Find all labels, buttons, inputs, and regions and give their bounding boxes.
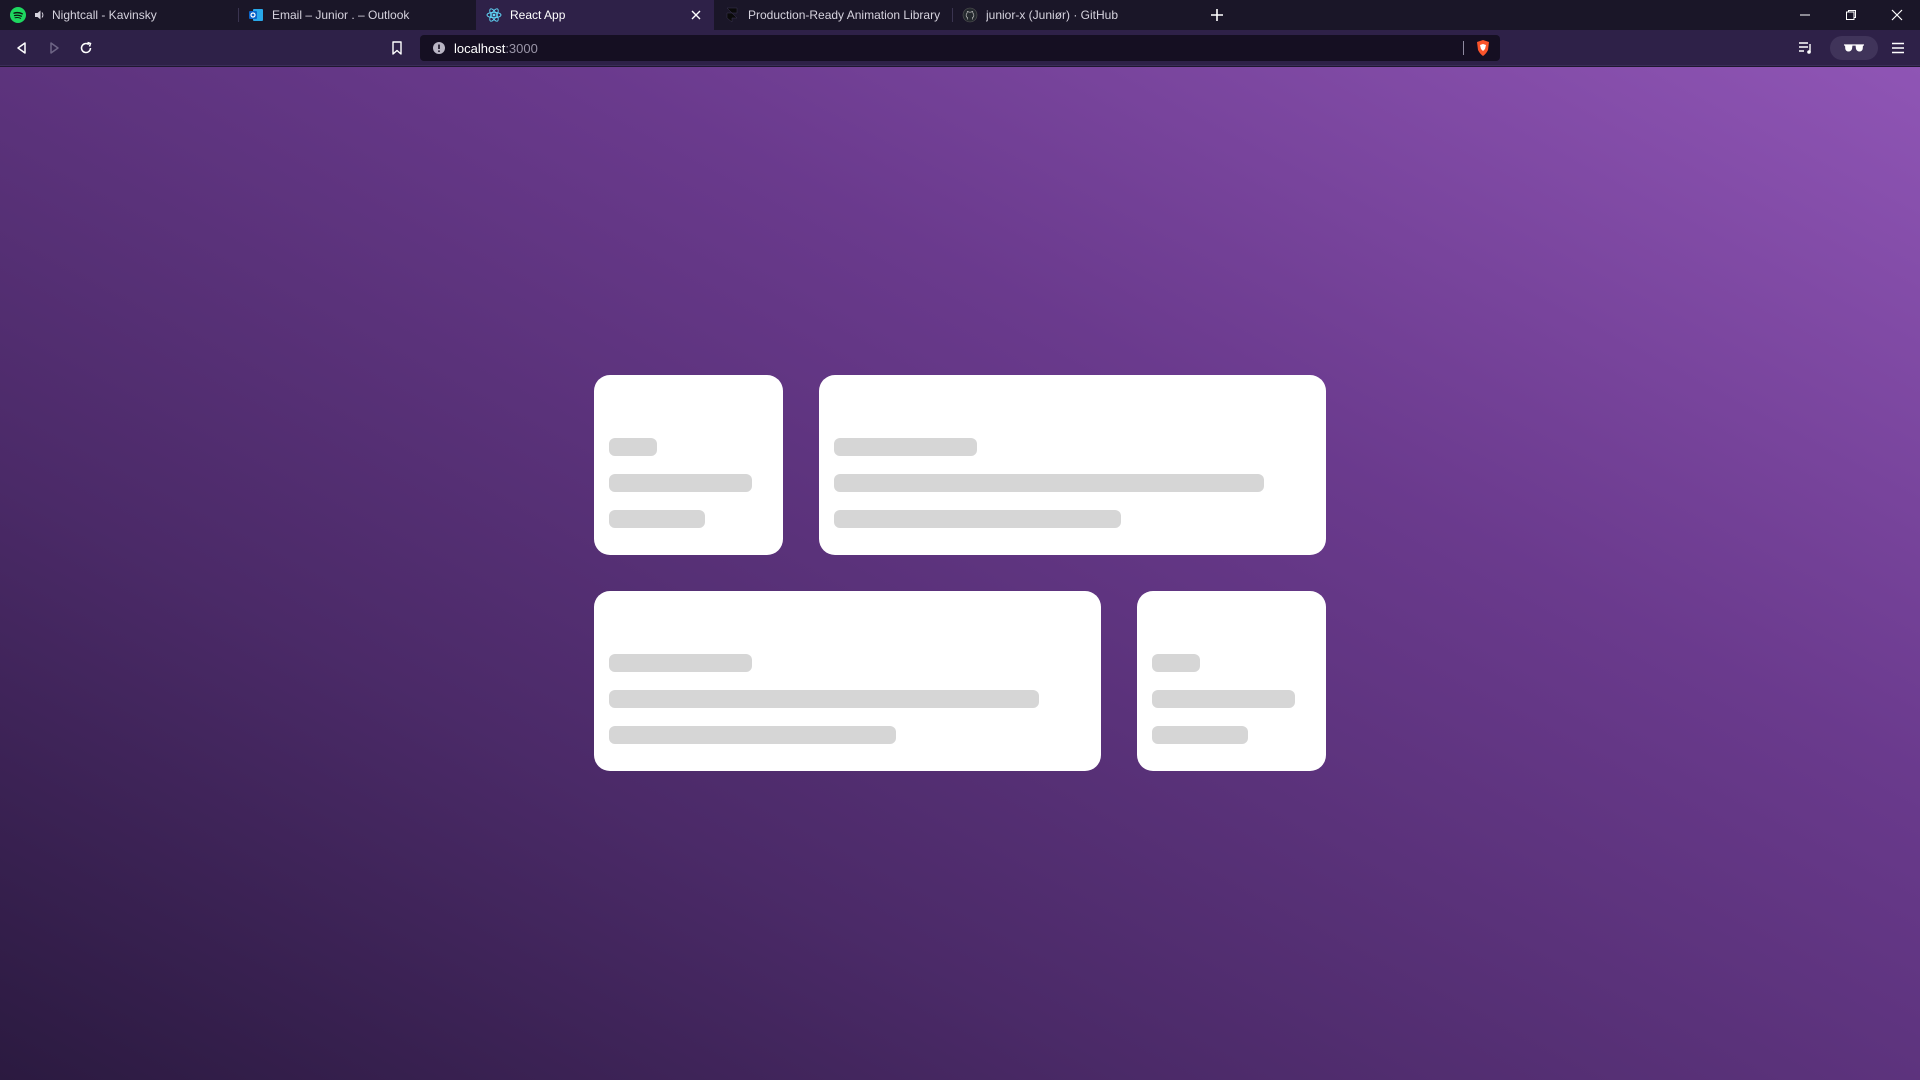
outlook-icon <box>248 7 264 23</box>
reload-button[interactable] <box>73 35 99 61</box>
tab-title: junior-x (Juniør) · GitHub <box>986 8 1119 22</box>
close-icon[interactable] <box>688 7 704 23</box>
page-viewport <box>0 67 1920 1080</box>
skeleton-card-small-top <box>594 375 783 555</box>
window-controls <box>1782 0 1920 30</box>
restore-icon <box>1846 10 1856 20</box>
site-info-icon[interactable] <box>432 41 446 55</box>
restore-button[interactable] <box>1828 0 1874 30</box>
skeleton-line <box>609 510 705 528</box>
forward-arrow-icon <box>50 42 59 54</box>
skeleton-line <box>609 438 657 456</box>
back-button[interactable] <box>9 35 35 61</box>
sunglasses-icon <box>1844 44 1864 52</box>
url-host: localhost <box>454 40 506 56</box>
address-bar[interactable]: localhost:3000 <box>420 35 1500 61</box>
playlist-icon <box>1799 42 1811 54</box>
skeleton-line <box>1152 726 1248 744</box>
skeleton-line <box>834 438 977 456</box>
tab-title: React App <box>510 8 566 22</box>
new-tab-button[interactable] <box>1202 0 1232 30</box>
skeleton-line <box>1152 654 1200 672</box>
window-close-button[interactable] <box>1874 0 1920 30</box>
skeleton-card-wide-top <box>819 375 1326 555</box>
main-menu-button[interactable] <box>1885 35 1911 61</box>
browser-toolbar: localhost:3000 <box>0 30 1920 66</box>
tab-title: Nightcall - Kavinsky <box>52 8 157 22</box>
bookmark-icon <box>392 41 402 55</box>
hamburger-menu-icon <box>1892 42 1904 54</box>
tab-outlook[interactable]: Email – Junior . – Outlook <box>238 0 476 30</box>
framer-icon <box>724 7 740 23</box>
skeleton-line <box>609 726 896 744</box>
spotify-icon <box>10 7 26 23</box>
url-port: :3000 <box>505 40 538 56</box>
skeleton-line <box>609 474 752 492</box>
forward-button[interactable] <box>41 35 67 61</box>
speaker-icon[interactable] <box>34 9 46 21</box>
back-arrow-icon <box>17 42 26 54</box>
close-icon <box>1891 9 1903 21</box>
tab-spotify[interactable]: Nightcall - Kavinsky <box>0 0 238 30</box>
skeleton-line <box>1152 690 1295 708</box>
skeleton-card-small-bottom <box>1137 591 1326 771</box>
skeleton-line <box>834 474 1264 492</box>
skeleton-card-wide-bottom <box>594 591 1101 771</box>
tab-title: Email – Junior . – Outlook <box>272 8 410 22</box>
github-icon <box>962 7 978 23</box>
tab-framer[interactable]: Production-Ready Animation Library f <box>714 0 952 30</box>
react-icon <box>486 7 502 23</box>
minimize-button[interactable] <box>1782 0 1828 30</box>
tab-react-app[interactable]: React App <box>476 0 714 30</box>
bookmark-button[interactable] <box>384 35 410 61</box>
brave-shields-icon[interactable] <box>1474 39 1492 57</box>
tab-title: Production-Ready Animation Library f <box>748 8 942 22</box>
address-divider <box>1463 41 1464 55</box>
skeleton-line <box>609 690 1039 708</box>
reload-icon <box>80 41 92 54</box>
private-window-badge[interactable] <box>1830 36 1878 60</box>
skeleton-line <box>834 510 1121 528</box>
tab-github[interactable]: junior-x (Juniør) · GitHub <box>952 0 1190 30</box>
minimize-icon <box>1800 14 1810 16</box>
skeleton-line <box>609 654 752 672</box>
media-playlist-button[interactable] <box>1793 35 1819 61</box>
tab-strip: Nightcall - Kavinsky Email – Junior . – … <box>0 0 1920 30</box>
plus-icon <box>1211 9 1223 21</box>
